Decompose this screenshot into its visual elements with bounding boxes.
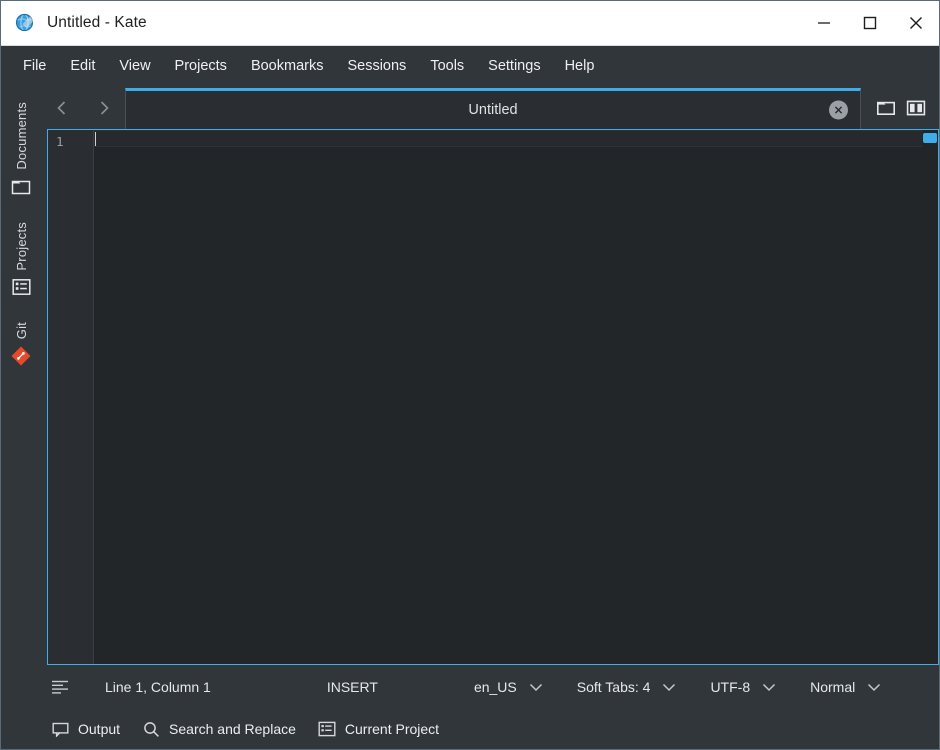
project-list-icon [318,720,336,738]
folder-open-icon[interactable] [871,93,901,123]
indentation-selector[interactable]: Soft Tabs: 4 [577,679,677,695]
highlight-mode-value: Normal [810,679,856,695]
bottom-item-current-project[interactable]: Current Project [318,720,439,738]
cursor-position: Line 1, Column 1 [105,679,211,695]
search-icon [142,720,160,738]
project-list-icon [10,276,32,298]
window-title: Untitled - Kate [47,14,147,31]
kate-globe-icon [15,12,37,34]
chevron-left-icon[interactable] [41,86,83,129]
speech-bubble-icon [51,720,69,738]
text-align-icon[interactable] [49,676,71,698]
line-number-gutter: 1 [48,130,94,664]
close-button[interactable] [893,1,939,45]
bottom-item-current-project-label: Current Project [344,721,440,737]
editor[interactable]: 1 [47,129,939,665]
current-line-highlight [94,130,922,147]
bottom-item-output-label: Output [78,721,121,737]
minimize-button[interactable] [801,1,847,45]
chevron-down-icon[interactable] [762,683,776,692]
tabbar: Untitled [41,86,939,129]
chevron-down-icon[interactable] [529,683,543,692]
kate-window: Untitled - Kate File Edit View Projects … [0,0,940,750]
bottom-item-output[interactable]: Output [51,720,120,738]
text-caret [95,132,96,146]
sidebar-item-documents[interactable]: Documents [10,94,32,210]
language-value: en_US [473,679,517,695]
language-selector[interactable]: en_US [474,679,543,695]
menu-item-projects[interactable]: Projects [163,53,239,79]
bottom-toolbar: Output Search and Replace Current Projec… [1,709,939,749]
git-diamond-icon [10,345,32,367]
tab-strip: Untitled [125,86,861,129]
menu-item-edit[interactable]: Edit [58,53,107,79]
window-body: Documents Projects Git Untitled 1 [1,86,939,665]
chevron-right-icon[interactable] [83,86,125,129]
menubar: File Edit View Projects Bookmarks Sessio… [1,46,939,86]
menu-item-help[interactable]: Help [553,53,607,79]
titlebar: Untitled - Kate [1,1,939,46]
menu-item-bookmarks[interactable]: Bookmarks [239,53,336,79]
tab-title: Untitled [468,102,518,118]
input-mode[interactable]: INSERT [327,679,378,695]
editor-text-area[interactable] [94,130,922,664]
tab-untitled[interactable]: Untitled [125,88,861,129]
sidebar-item-documents-label: Documents [13,102,29,170]
menu-item-file[interactable]: File [11,53,58,79]
encoding-value: UTF-8 [710,679,751,695]
close-circle-icon[interactable] [829,100,848,120]
bottom-item-search-and-replace-label: Search and Replace [169,721,296,737]
sidebar-item-projects[interactable]: Projects [10,214,32,311]
chevron-down-icon[interactable] [662,683,676,692]
statusbar: Line 1, Column 1 INSERT en_US Soft Tabs:… [1,665,939,709]
split-view-icon[interactable] [901,93,931,123]
sidebar-item-git-label: Git [13,322,29,340]
folder-icon [10,176,32,198]
sidebar-item-projects-label: Projects [13,221,29,271]
highlight-mode-selector[interactable]: Normal [810,679,881,695]
vertical-scrollbar-handle[interactable] [923,133,937,143]
vertical-scrollbar[interactable] [922,130,938,664]
sidebar-item-git[interactable]: Git [10,314,32,379]
line-number: 1 [56,134,64,149]
indentation-value: Soft Tabs: 4 [576,679,651,695]
tab-tools [861,86,939,129]
chevron-down-icon[interactable] [867,683,881,692]
left-sidebar: Documents Projects Git [1,86,41,665]
main-column: Untitled 1 [41,86,939,665]
menu-item-settings[interactable]: Settings [476,53,552,79]
maximize-button[interactable] [847,1,893,45]
menu-item-sessions[interactable]: Sessions [335,53,418,79]
menu-item-tools[interactable]: Tools [418,53,476,79]
bottom-item-search-and-replace[interactable]: Search and Replace [142,720,296,738]
menu-item-view[interactable]: View [107,53,162,79]
encoding-selector[interactable]: UTF-8 [710,679,776,695]
